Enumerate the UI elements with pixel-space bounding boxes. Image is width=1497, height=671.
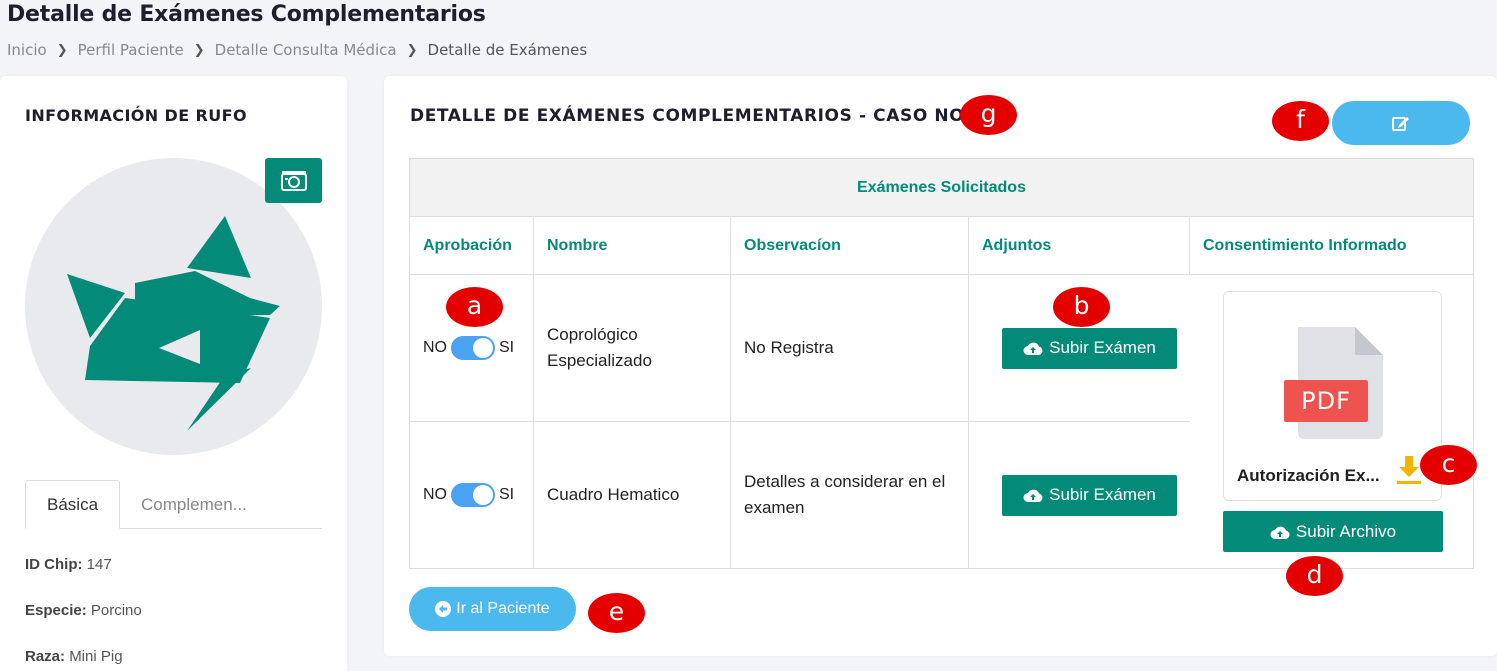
annotation-marker-f: f	[1272, 101, 1329, 141]
field-value: Mini Pig	[69, 648, 123, 665]
breadcrumb: Inicio ❯ Perfil Paciente ❯ Detalle Consu…	[7, 41, 587, 59]
exams-table: Exámenes Solicitados Aprobación Nombre O…	[409, 158, 1474, 569]
cloud-upload-icon	[1023, 342, 1043, 355]
arrow-left-circle-icon	[435, 601, 452, 617]
field-value: Porcino	[90, 602, 142, 619]
consent-cell: PDF Autorización Ex... Subir Archivo	[1190, 275, 1473, 568]
consent-file-name: Autorización Ex...	[1237, 466, 1380, 485]
chevron-right-icon: ❯	[406, 42, 418, 58]
exam-name: Cuadro Hematico	[534, 422, 731, 568]
pdf-badge: PDF	[1301, 387, 1351, 415]
field-label: Especie:	[25, 602, 87, 619]
exam-observation: No Registra	[731, 275, 969, 421]
column-header: Nombre	[534, 217, 731, 274]
upload-exam-label: Subir Exámen	[1049, 338, 1156, 357]
toggle-no-label: NO	[423, 339, 447, 356]
download-icon[interactable]	[1396, 454, 1422, 486]
annotation-marker-b: b	[1053, 287, 1110, 327]
tab-basica[interactable]: Básica	[25, 480, 121, 529]
annotation-marker-e: e	[588, 593, 645, 633]
upload-exam-button[interactable]: Subir Exámen	[1002, 327, 1177, 369]
column-header: Observacíon	[731, 217, 969, 274]
go-to-patient-label: Ir al Paciente	[456, 600, 550, 617]
cloud-upload-icon	[1023, 489, 1043, 502]
field-label: ID Chip:	[25, 556, 83, 573]
chevron-right-icon: ❯	[56, 42, 68, 58]
field-raza: Raza: Mini Pig	[25, 648, 123, 665]
breadcrumb-perfil-paciente[interactable]: Perfil Paciente	[78, 41, 184, 59]
field-especie: Especie: Porcino	[25, 602, 142, 619]
column-header: Aprobación	[410, 217, 534, 274]
breadcrumb-inicio[interactable]: Inicio	[7, 41, 47, 59]
patient-tabs: Básica Complemen...	[25, 480, 322, 529]
pdf-file-icon	[1284, 327, 1383, 439]
upload-file-label: Subir Archivo	[1295, 521, 1397, 541]
breadcrumb-detalle-consulta[interactable]: Detalle Consulta Médica	[215, 41, 397, 59]
tab-complementaria[interactable]: Complemen...	[120, 480, 268, 529]
table-header-row: Aprobación Nombre Observacíon Adjuntos C…	[410, 217, 1473, 275]
annotation-marker-c: c	[1420, 445, 1477, 485]
edit-button[interactable]	[1332, 101, 1470, 145]
field-label: Raza:	[25, 648, 66, 665]
annotation-marker-d: d	[1286, 556, 1343, 596]
approval-toggle[interactable]: NO SI	[423, 482, 514, 508]
toggle-si-label: SI	[499, 486, 515, 503]
toggle-switch[interactable]	[451, 483, 495, 507]
annotation-marker-g: g	[960, 95, 1017, 135]
field-id-chip: ID Chip: 147	[25, 556, 112, 573]
upload-file-button[interactable]: Subir Archivo	[1223, 511, 1443, 552]
exams-heading: DETALLE DE EXÁMENES COMPLEMENTARIOS - CA…	[410, 106, 1003, 126]
page-title: Detalle de Exámenes Complementarios	[7, 2, 486, 27]
field-value: 147	[86, 556, 112, 573]
toggle-si-label: SI	[499, 339, 515, 356]
camera-icon	[280, 170, 307, 191]
exam-name: Coprológico Especializado	[534, 275, 731, 421]
chevron-right-icon: ❯	[193, 42, 205, 58]
column-header: Adjuntos	[969, 217, 1190, 274]
edit-icon	[1392, 117, 1409, 131]
toggle-switch[interactable]	[451, 336, 495, 360]
table-title: Exámenes Solicitados	[410, 159, 1473, 217]
patient-info-card: INFORMACIÓN DE RUFO Básica Complemen... …	[0, 76, 347, 671]
patient-info-heading: INFORMACIÓN DE RUFO	[25, 106, 247, 125]
breadcrumb-current: Detalle de Exámenes	[427, 41, 588, 59]
annotation-marker-a: a	[446, 287, 503, 327]
upload-exam-label: Subir Exámen	[1049, 485, 1156, 504]
column-header: Consentimiento Informado	[1203, 236, 1407, 254]
pdf-file-card[interactable]: PDF Autorización Ex...	[1223, 291, 1442, 501]
cloud-upload-icon	[1270, 526, 1290, 539]
table-row: NO SI Cuadro Hematico Detalles a conside…	[410, 422, 1190, 568]
toggle-no-label: NO	[423, 486, 447, 503]
change-photo-button[interactable]	[265, 158, 322, 203]
upload-exam-button[interactable]: Subir Exámen	[1002, 474, 1177, 516]
exam-observation: Detalles a considerar en el examen	[731, 422, 969, 568]
go-to-patient-button[interactable]: Ir al Paciente	[409, 587, 576, 631]
approval-toggle[interactable]: NO SI	[423, 335, 514, 361]
